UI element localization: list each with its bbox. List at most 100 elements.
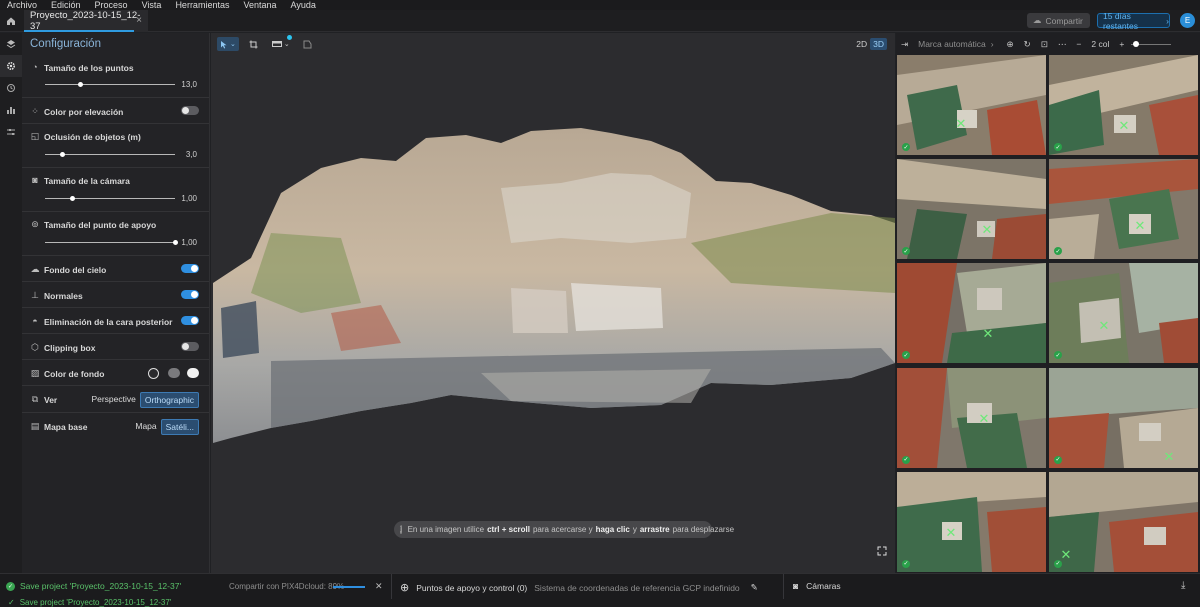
basemap-row: ▤ Mapa base Mapa Satéli...: [22, 413, 209, 440]
focus-icon[interactable]: ⊡: [1036, 39, 1053, 50]
backface-toggle[interactable]: [181, 316, 199, 325]
view-cube-icon: ⧉: [31, 394, 39, 404]
clipping-box-toggle[interactable]: [181, 342, 199, 351]
occlusion-label: Oclusión de objetos (m): [44, 132, 141, 142]
success-icon: ✓: [6, 581, 15, 591]
tab-project[interactable]: Proyecto_2023-10-15_12-37 ×: [24, 10, 148, 32]
share-label: Compartir: [1045, 15, 1083, 26]
dim-3d-button[interactable]: 3D: [870, 38, 887, 50]
gcp-label: Puntos de apoyo y control (0): [416, 582, 528, 593]
cloud-icon: ☁: [1033, 15, 1042, 25]
images-toolbar: ⇥ Marca automática › ⊕ ↻ ⊡ ⋯ − 2 col +: [896, 33, 1200, 55]
success-icon: ✓: [8, 599, 15, 607]
camera-size-slider[interactable]: [45, 198, 175, 199]
close-icon[interactable]: ✕: [375, 581, 383, 592]
occlusion-knob[interactable]: [60, 152, 65, 157]
point-size-knob[interactable]: [78, 82, 83, 87]
share-button[interactable]: ☁ Compartir: [1027, 13, 1090, 28]
gcp-mark-icon: ✕: [1118, 118, 1130, 133]
check-icon: ✓: [902, 559, 910, 568]
menu-edicion[interactable]: Edición: [44, 0, 88, 10]
image-thumbnail[interactable]: ✕ ✓: [897, 263, 1046, 364]
edit-icon[interactable]: ✎: [751, 582, 758, 593]
left-rail: [0, 33, 22, 573]
color-elevation-row: ⁘ Color por elevación: [22, 98, 209, 124]
image-thumbnail[interactable]: ✕ ✓: [897, 55, 1046, 155]
gcp-size-row: ⊚ Tamaño del punto de apoyo 1,00: [22, 212, 209, 256]
more-icon[interactable]: ⋯: [1053, 39, 1072, 50]
image-thumbnail[interactable]: ✕ ✓: [1049, 263, 1198, 364]
image-grid: ✕ ✓ ✕ ✓ ✕ ✓ ✕ ✓ ✕ ✓ ✕ ✓ ✕ ✓ ✕ ✓ ✕ ✓ ✕ ✓: [896, 55, 1200, 573]
normals-icon: ⊥: [31, 290, 39, 300]
view-perspective[interactable]: Perspective: [87, 392, 139, 408]
divider: [783, 574, 784, 600]
minimize-panel-icon[interactable]: ⤓: [1181, 580, 1185, 591]
gcp-panel-header[interactable]: ⊕ Puntos de apoyo y control (0) Sistema …: [400, 581, 758, 594]
sky-background-toggle[interactable]: [181, 264, 199, 273]
rotate-icon[interactable]: ↻: [1019, 39, 1036, 50]
view-orthographic[interactable]: Orthographic: [139, 392, 199, 408]
gcp-mark-icon: ✕: [978, 410, 990, 426]
menu-ventana[interactable]: Ventana: [236, 0, 283, 10]
camera-size-label: Tamaño de la cámara: [44, 176, 130, 186]
hint-prefix: En una imagen utilice: [407, 525, 485, 534]
bg-color-swatch-gray[interactable]: [168, 368, 180, 378]
check-icon: ✓: [1054, 455, 1062, 464]
trial-button[interactable]: 15 días restantes ›: [1097, 11, 1170, 31]
gcp-size-slider[interactable]: [45, 242, 175, 243]
close-icon[interactable]: ×: [136, 15, 142, 26]
hint-mid1: para acercarse y: [532, 525, 593, 534]
elevation-icon: ⁘: [31, 106, 39, 116]
stats-icon[interactable]: [0, 99, 22, 121]
collapse-panel-icon[interactable]: ⇥: [896, 39, 913, 50]
select-tool-button[interactable]: ⌄: [217, 37, 239, 51]
gcp-mark-icon: ✕: [1163, 448, 1175, 464]
menu-herramientas[interactable]: Herramientas: [168, 0, 236, 10]
avatar[interactable]: E: [1180, 13, 1195, 28]
cameras-panel-header[interactable]: ◙ Cámaras: [793, 581, 841, 591]
image-thumbnail[interactable]: ✕ ✓: [1049, 159, 1198, 260]
history-icon[interactable]: [0, 77, 22, 99]
normals-toggle[interactable]: [181, 290, 199, 299]
menu-archivo[interactable]: Archivo: [0, 0, 44, 10]
gcp-icon: ⊚: [31, 219, 39, 229]
zoom-in-icon[interactable]: +: [1114, 39, 1129, 49]
zoom-out-icon[interactable]: −: [1071, 39, 1086, 49]
auto-mark-label[interactable]: Marca automática: [913, 39, 991, 49]
3d-viewport[interactable]: ⌄ ⌄ 2D 3D i En una imagen utilice ctrl +…: [211, 33, 895, 573]
point-size-value: 13,0: [181, 80, 197, 89]
save-message-secondary: Save project 'Proyecto_2023-10-15_12-37': [19, 599, 172, 607]
home-icon[interactable]: [0, 10, 22, 32]
basemap-map[interactable]: Mapa: [131, 419, 160, 435]
view-segmented: Perspective Orthographic: [87, 392, 199, 408]
bg-color-swatch-light[interactable]: [187, 368, 199, 378]
polygon-tool-button[interactable]: [299, 37, 317, 51]
layers-icon[interactable]: [0, 33, 22, 55]
point-size-slider[interactable]: [45, 84, 175, 85]
sliders-icon[interactable]: [0, 121, 22, 143]
dim-2d-button[interactable]: 2D: [853, 38, 870, 50]
menu-proceso[interactable]: Proceso: [88, 0, 135, 10]
basemap-satellite[interactable]: Satéli...: [160, 419, 199, 435]
menu-ayuda[interactable]: Ayuda: [284, 0, 323, 10]
crop-tool-button[interactable]: [245, 37, 263, 51]
fullscreen-icon[interactable]: [877, 546, 887, 559]
image-thumbnail[interactable]: ✕ ✓: [1049, 55, 1198, 155]
panel-title: Configuración: [30, 38, 101, 50]
sync-progress-bar: [333, 586, 365, 588]
cube-icon: ⬡: [31, 342, 39, 352]
thumb-size-slider[interactable]: [1131, 40, 1172, 48]
settings-gear-icon[interactable]: [0, 55, 22, 77]
image-thumbnail[interactable]: ✕ ✓: [897, 367, 1046, 468]
camera-size-knob[interactable]: [70, 196, 75, 201]
image-thumbnail[interactable]: ✕ ✓: [897, 471, 1046, 572]
image-thumbnail[interactable]: ✕ ✓: [897, 159, 1046, 260]
menu-vista[interactable]: Vista: [135, 0, 169, 10]
gcp-size-knob[interactable]: [173, 240, 178, 245]
image-thumbnail[interactable]: ✕ ✓: [1049, 367, 1198, 468]
target-icon[interactable]: ⊕: [1002, 39, 1019, 50]
image-thumbnail[interactable]: ✕ ✓: [1049, 471, 1198, 572]
color-elevation-toggle[interactable]: [181, 106, 199, 115]
bg-color-swatch-dark[interactable]: [148, 368, 159, 379]
navigation-hint: i En una imagen utilice ctrl + scroll pa…: [394, 521, 734, 538]
